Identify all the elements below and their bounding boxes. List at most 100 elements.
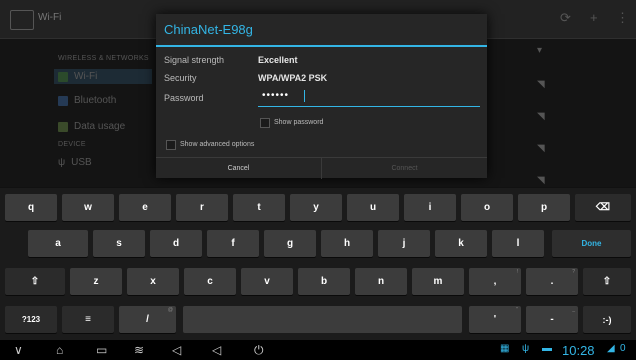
menu-icon[interactable]: ≋: [134, 343, 144, 357]
key-y[interactable]: y: [290, 194, 342, 221]
space-bar[interactable]: [183, 306, 462, 333]
show-password-label: Show password: [274, 119, 324, 126]
dialog-title: ChinaNet-E98g: [164, 22, 253, 37]
key-hyphen[interactable]: - _: [526, 306, 578, 333]
system-bar: ∨ ⌂ ▭ ≋ ◁ ◁ ⏻ ▦ ψ ▬ 10:28 ◢ 0: [0, 340, 636, 360]
wifi-icon: [58, 71, 68, 82]
settings-item-bluetooth[interactable]: Bluetooth: [58, 95, 116, 106]
recent-apps-icon[interactable]: ▭: [96, 343, 107, 357]
backspace-icon: ⌫: [595, 202, 611, 213]
key-x[interactable]: x: [127, 268, 179, 295]
show-advanced-checkbox[interactable]: [166, 140, 176, 150]
key-e[interactable]: e: [119, 194, 171, 221]
settings-item-wifi[interactable]: Wi-Fi: [54, 69, 152, 84]
battery-icon: ▬: [542, 343, 552, 354]
key-comma[interactable]: ,!: [469, 268, 521, 295]
bluetooth-icon: [58, 95, 68, 106]
key-k[interactable]: k: [435, 230, 487, 257]
shift-key-right[interactable]: ⇧: [583, 268, 631, 295]
settings-item-usb[interactable]: ψ USB: [58, 157, 92, 168]
volume-up-icon[interactable]: ◁: [212, 343, 221, 357]
data-usage-icon: [58, 121, 68, 132]
emoticon-key[interactable]: :-): [583, 306, 631, 333]
key-i[interactable]: i: [404, 194, 456, 221]
overflow-menu-icon[interactable]: ⋮: [616, 10, 629, 26]
usb-icon: ψ: [58, 157, 66, 168]
password-input-value: ••••••: [262, 90, 290, 101]
settings-item-label: USB: [71, 157, 92, 168]
clock: 10:28: [562, 343, 595, 358]
power-icon[interactable]: ⏻: [254, 343, 264, 358]
key-r[interactable]: r: [176, 194, 228, 221]
soft-keyboard: q w e r t y u i o p ⌫ a s d f g h j k l …: [0, 188, 636, 340]
wifi-signal-icon: ◥: [537, 79, 545, 90]
show-password-checkbox[interactable]: [260, 118, 270, 128]
settings-key[interactable]: ≡: [62, 306, 114, 333]
volume-down-icon[interactable]: ◁: [172, 343, 181, 357]
hide-keyboard-icon[interactable]: ∨: [14, 343, 23, 357]
key-q[interactable]: q: [5, 194, 57, 221]
key-f[interactable]: f: [207, 230, 259, 257]
password-input[interactable]: ••••••: [258, 88, 480, 107]
settings-item-data-usage[interactable]: Data usage: [58, 121, 125, 132]
security-value: WPA/WPA2 PSK: [258, 73, 328, 83]
key-g[interactable]: g: [264, 230, 316, 257]
wifi-connect-dialog: ChinaNet-E98g Signal strength Excellent …: [156, 14, 487, 179]
settings-item-label: Wi-Fi: [74, 71, 98, 82]
key-apostrophe[interactable]: ' ": [469, 306, 521, 333]
key-b[interactable]: b: [298, 268, 350, 295]
signal-strength-value: Excellent: [258, 55, 298, 65]
key-period[interactable]: .?: [526, 268, 578, 295]
key-m[interactable]: m: [412, 268, 464, 295]
keyboard-settings-icon: ≡: [85, 314, 91, 325]
settings-app-icon[interactable]: [10, 10, 34, 30]
key-w[interactable]: w: [62, 194, 114, 221]
key-h[interactable]: h: [321, 230, 373, 257]
backspace-key[interactable]: ⌫: [575, 194, 631, 221]
key-v[interactable]: v: [241, 268, 293, 295]
key-u[interactable]: u: [347, 194, 399, 221]
scan-icon[interactable]: ⟳: [560, 10, 571, 26]
notification-count: 0: [620, 343, 626, 354]
shift-icon: ⇧: [30, 276, 40, 287]
key-n[interactable]: n: [355, 268, 407, 295]
key-s[interactable]: s: [93, 230, 145, 257]
key-a[interactable]: a: [28, 230, 88, 257]
key-z[interactable]: z: [70, 268, 122, 295]
title-divider: [156, 45, 487, 47]
settings-item-label: Data usage: [74, 121, 126, 132]
key-l[interactable]: l: [492, 230, 544, 257]
key-o[interactable]: o: [461, 194, 513, 221]
wifi-signal-icon: ◥: [537, 111, 545, 122]
wifi-signal-icon: ◥: [537, 143, 545, 154]
symbols-key[interactable]: ?123: [5, 306, 57, 333]
action-bar-title: Wi-Fi: [38, 12, 62, 23]
key-c[interactable]: c: [184, 268, 236, 295]
password-label: Password: [164, 93, 204, 103]
keyboard-notification-icon: ▦: [500, 343, 510, 354]
signal-strength-label: Signal strength: [164, 55, 225, 65]
key-j[interactable]: j: [378, 230, 430, 257]
section-header-device: DEVICE: [58, 141, 86, 148]
shift-icon: ⇧: [602, 276, 612, 287]
usb-notification-icon: ψ: [522, 343, 530, 354]
settings-item-label: Bluetooth: [74, 95, 117, 106]
connect-button[interactable]: Connect: [322, 158, 487, 179]
slash-key-label: /: [146, 314, 149, 325]
section-header-wireless: WIRELESS & NETWORKS: [58, 55, 149, 62]
shift-key-left[interactable]: ⇧: [5, 268, 65, 295]
key-t[interactable]: t: [233, 194, 285, 221]
done-key[interactable]: Done: [552, 230, 631, 257]
signal-icon: ◢: [607, 343, 615, 354]
slash-key[interactable]: / @: [119, 306, 176, 333]
dialog-button-bar: Cancel Connect: [156, 157, 487, 179]
add-network-icon[interactable]: +: [590, 10, 598, 25]
text-cursor: [304, 90, 305, 102]
home-icon[interactable]: ⌂: [56, 343, 63, 357]
cancel-button[interactable]: Cancel: [156, 158, 322, 179]
security-label: Security: [164, 73, 197, 83]
show-advanced-label: Show advanced options: [180, 141, 255, 148]
wifi-signal-icon: ◥: [537, 175, 545, 186]
key-p[interactable]: p: [518, 194, 570, 221]
key-d[interactable]: d: [150, 230, 202, 257]
